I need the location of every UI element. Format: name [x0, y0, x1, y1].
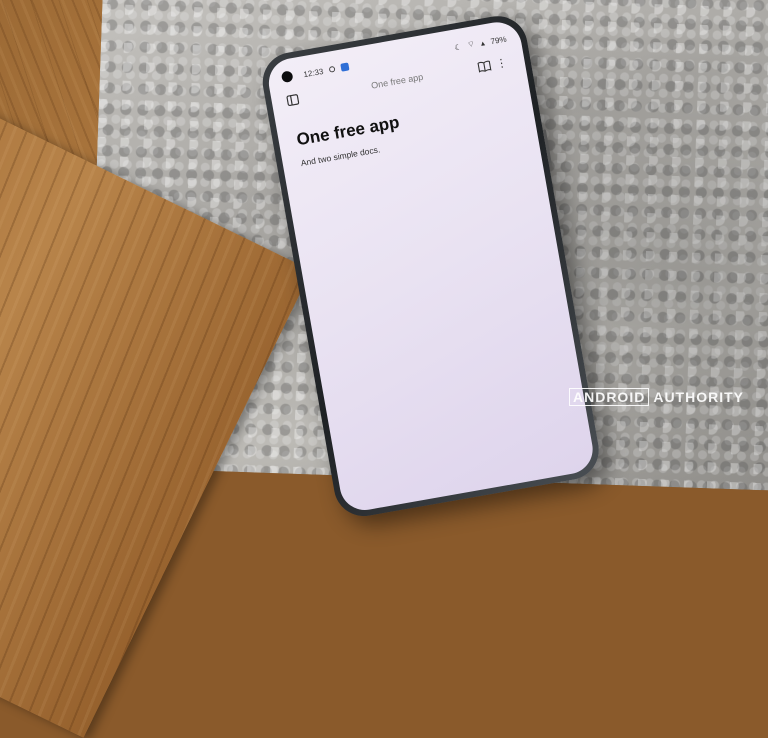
app-notification-icon: [340, 62, 350, 72]
front-camera: [280, 70, 294, 84]
notification-icon: [328, 65, 336, 73]
page-heading: One free app: [295, 112, 401, 150]
watermark: ANDROID AUTHORITY: [568, 388, 744, 406]
watermark-word-1: ANDROID: [568, 388, 650, 406]
wifi-icon: ⌔: [466, 39, 476, 50]
moon-icon: ☾: [453, 42, 463, 53]
watermark-word-2: AUTHORITY: [653, 389, 744, 405]
status-time: 12:33: [302, 66, 325, 79]
sidebar-toggle-icon[interactable]: [282, 89, 303, 110]
status-battery: 79%: [489, 34, 508, 46]
signal-icon: ▴: [479, 37, 486, 48]
more-options-icon[interactable]: ⋮: [491, 52, 512, 73]
